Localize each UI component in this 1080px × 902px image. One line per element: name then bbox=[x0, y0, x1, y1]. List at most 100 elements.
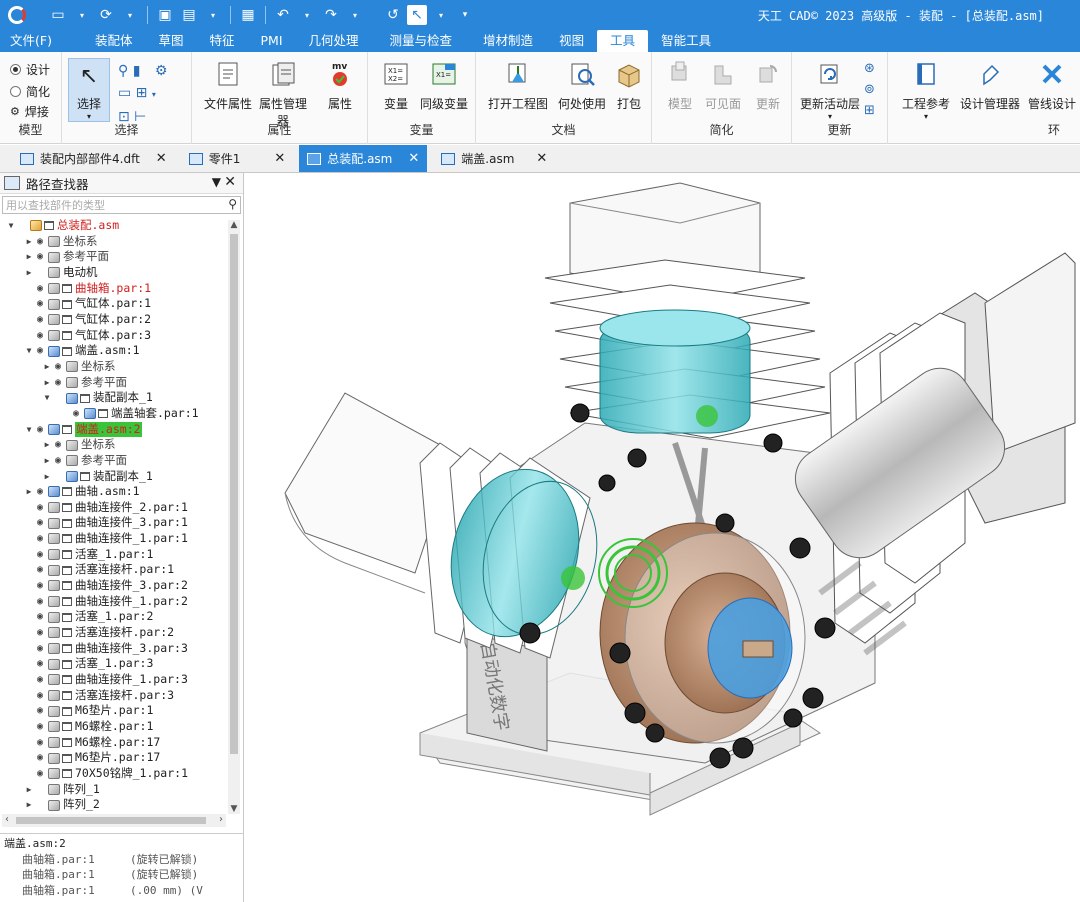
dropdown-icon[interactable]: ▾ bbox=[120, 5, 140, 25]
select-button[interactable]: ↖ 选择 ▾ bbox=[68, 58, 110, 122]
radio-weld[interactable]: ⚙ 焊接 bbox=[10, 103, 49, 120]
app-logo-icon[interactable] bbox=[0, 0, 34, 30]
menu-assembly[interactable]: 装配体 bbox=[65, 30, 146, 52]
menu-file[interactable]: 文件(F) bbox=[0, 30, 65, 52]
variables-button[interactable]: X1= X2= 变量 bbox=[376, 60, 416, 112]
close-icon[interactable]: ✕ bbox=[224, 174, 236, 190]
3d-viewport[interactable]: 自动化数字 bbox=[245, 173, 1080, 902]
tree-item[interactable]: ◉ M6螺栓.par:17 bbox=[0, 735, 228, 751]
visibility-eye-icon[interactable]: ◉ bbox=[34, 562, 46, 578]
expand-icon[interactable]: ▶ bbox=[42, 437, 52, 453]
tree-item[interactable]: ◉ 曲轴连接件_3.par:2 bbox=[0, 578, 228, 594]
close-icon[interactable]: ✕ bbox=[274, 151, 285, 166]
visibility-eye-icon[interactable]: ◉ bbox=[34, 547, 46, 563]
new-icon[interactable]: ▭ bbox=[48, 5, 68, 25]
engineering-reference-button[interactable]: 工程参考 ▾ bbox=[898, 60, 954, 121]
sibling-variables-button[interactable]: X1= 同级变量 bbox=[416, 60, 472, 112]
menu-view[interactable]: 视图 bbox=[546, 30, 597, 52]
tree-item[interactable]: ◉ 曲轴连接件_3.par:3 bbox=[0, 641, 228, 657]
visibility-eye-icon[interactable]: ◉ bbox=[34, 719, 46, 735]
tree-item[interactable]: ◉ 活塞连接杆.par:2 bbox=[0, 625, 228, 641]
collapse-icon[interactable]: ▼ bbox=[42, 390, 52, 406]
part-search-input[interactable]: 用以查找部件的类型 ⚲ bbox=[2, 196, 241, 214]
save-as-icon[interactable]: ▤ bbox=[179, 5, 199, 25]
save-icon[interactable]: ▣ bbox=[155, 5, 175, 25]
expand-icon[interactable]: ▶ bbox=[42, 359, 52, 375]
update-active-level-button[interactable]: 更新活动层 ▾ bbox=[796, 60, 864, 121]
update-simplify-button[interactable]: 更新 bbox=[750, 60, 786, 112]
tree-item[interactable]: ◉ 活塞_1.par:2 bbox=[0, 609, 228, 625]
pin-icon[interactable]: ▼ bbox=[212, 175, 221, 189]
visibility-eye-icon[interactable]: ◉ bbox=[34, 500, 46, 516]
dropdown-icon[interactable]: ▾ bbox=[72, 5, 92, 25]
visibility-eye-icon[interactable]: ◉ bbox=[52, 375, 64, 391]
tab-part[interactable]: 零件1 ✕ bbox=[181, 145, 294, 172]
relation-row[interactable]: 曲轴箱.par:1 (旋转已解锁) bbox=[0, 852, 244, 868]
horizontal-scrollbar[interactable]: ‹ › bbox=[2, 814, 226, 827]
visibility-eye-icon[interactable]: ◉ bbox=[34, 703, 46, 719]
tree-item[interactable]: ▼ 总装配.asm bbox=[0, 218, 228, 234]
redo-icon[interactable]: ↷ bbox=[321, 5, 341, 25]
visibility-eye-icon[interactable]: ◉ bbox=[34, 688, 46, 704]
search-icon[interactable]: ⚲ bbox=[228, 197, 237, 211]
select-tool-icons[interactable]: ⚲ ▮ ⚙ ▭ ⊞ ▾ ⊡ ⊢ bbox=[118, 60, 178, 128]
close-icon[interactable]: ✕ bbox=[156, 151, 167, 166]
visibility-eye-icon[interactable]: ◉ bbox=[34, 672, 46, 688]
expand-icon[interactable]: ▶ bbox=[42, 453, 52, 469]
visibility-eye-icon[interactable]: ◉ bbox=[34, 484, 46, 500]
tree-item[interactable]: ◉ 气缸体.par:3 bbox=[0, 328, 228, 344]
properties-button[interactable]: mv 属性 bbox=[322, 60, 358, 112]
expand-icon[interactable]: ▶ bbox=[24, 782, 34, 798]
tree-item[interactable]: ◉ 气缸体.par:1 bbox=[0, 296, 228, 312]
tab-draft[interactable]: 装配内部部件4.dft ✕ bbox=[12, 145, 175, 172]
visibility-eye-icon[interactable]: ◉ bbox=[34, 735, 46, 751]
visibility-eye-icon[interactable]: ◉ bbox=[34, 249, 46, 265]
visibility-eye-icon[interactable]: ◉ bbox=[34, 656, 46, 672]
tree-item[interactable]: ◉ 曲轴连接件_1.par:2 bbox=[0, 594, 228, 610]
visibility-eye-icon[interactable]: ◉ bbox=[34, 625, 46, 641]
tree-item[interactable]: ◉ 活塞_1.par:1 bbox=[0, 547, 228, 563]
visibility-eye-icon[interactable]: ◉ bbox=[34, 343, 46, 359]
update-tool-icons[interactable]: ⊛ ⊚ ⊞ bbox=[864, 58, 884, 121]
visibility-eye-icon[interactable]: ◉ bbox=[34, 750, 46, 766]
collapse-icon[interactable]: ▼ bbox=[24, 422, 34, 438]
tree-item[interactable]: ▶ ◉ 坐标系 bbox=[0, 234, 228, 250]
visibility-eye-icon[interactable]: ◉ bbox=[34, 281, 46, 297]
close-icon[interactable]: ✕ bbox=[408, 151, 419, 166]
tree-item[interactable]: ▶ ◉ 坐标系 bbox=[0, 359, 228, 375]
relation-header[interactable]: 端盖.asm:2 bbox=[0, 836, 244, 852]
where-used-button[interactable]: 何处使用 bbox=[554, 60, 610, 112]
visibility-eye-icon[interactable]: ◉ bbox=[52, 453, 64, 469]
visibility-eye-icon[interactable]: ◉ bbox=[34, 594, 46, 610]
tree-item[interactable]: ◉ M6垫片.par:1 bbox=[0, 703, 228, 719]
back-icon[interactable]: ↺ bbox=[383, 5, 403, 25]
menu-pmi[interactable]: PMI bbox=[248, 30, 296, 52]
menu-sketch[interactable]: 草图 bbox=[145, 30, 196, 52]
relation-row[interactable]: 曲轴箱.par:1 (旋转已解锁) bbox=[0, 867, 244, 883]
tab-main-assembly[interactable]: 总装配.asm ✕ bbox=[299, 145, 428, 172]
tree-item[interactable]: ▶ ◉ 参考平面 bbox=[0, 453, 228, 469]
tree-item[interactable]: ▶ ◉ 参考平面 bbox=[0, 249, 228, 265]
visibility-eye-icon[interactable]: ◉ bbox=[34, 328, 46, 344]
visibility-eye-icon[interactable]: ◉ bbox=[34, 515, 46, 531]
expand-icon[interactable]: ▶ bbox=[24, 797, 34, 813]
menu-feature[interactable]: 特征 bbox=[196, 30, 247, 52]
tree-item[interactable]: ◉ 气缸体.par:2 bbox=[0, 312, 228, 328]
undo-icon[interactable]: ↶ bbox=[273, 5, 293, 25]
visibility-eye-icon[interactable]: ◉ bbox=[34, 312, 46, 328]
dropdown-icon[interactable]: ▾ bbox=[297, 5, 317, 25]
expand-icon[interactable]: ▶ bbox=[24, 249, 34, 265]
tree-item[interactable]: ◉ M6垫片.par:17 bbox=[0, 750, 228, 766]
visibility-eye-icon[interactable]: ◉ bbox=[34, 296, 46, 312]
tree-item[interactable]: ▶ ◉ 参考平面 bbox=[0, 375, 228, 391]
tree-item[interactable]: ▶ ◉ 坐标系 bbox=[0, 437, 228, 453]
file-properties-button[interactable]: 文件属性 bbox=[200, 60, 256, 112]
dropdown-icon[interactable]: ▾ bbox=[431, 5, 451, 25]
menu-geometry[interactable]: 几何处理 bbox=[296, 30, 372, 52]
collapse-icon[interactable]: ▼ bbox=[24, 343, 34, 359]
tree-item[interactable]: ◉ 曲轴连接件_1.par:1 bbox=[0, 531, 228, 547]
visibility-eye-icon[interactable]: ◉ bbox=[34, 578, 46, 594]
tree-item[interactable]: ◉ 曲轴箱.par:1 bbox=[0, 281, 228, 297]
tab-end-cap[interactable]: 端盖.asm ✕ bbox=[433, 145, 555, 172]
model-button[interactable]: 模型 bbox=[662, 60, 698, 112]
